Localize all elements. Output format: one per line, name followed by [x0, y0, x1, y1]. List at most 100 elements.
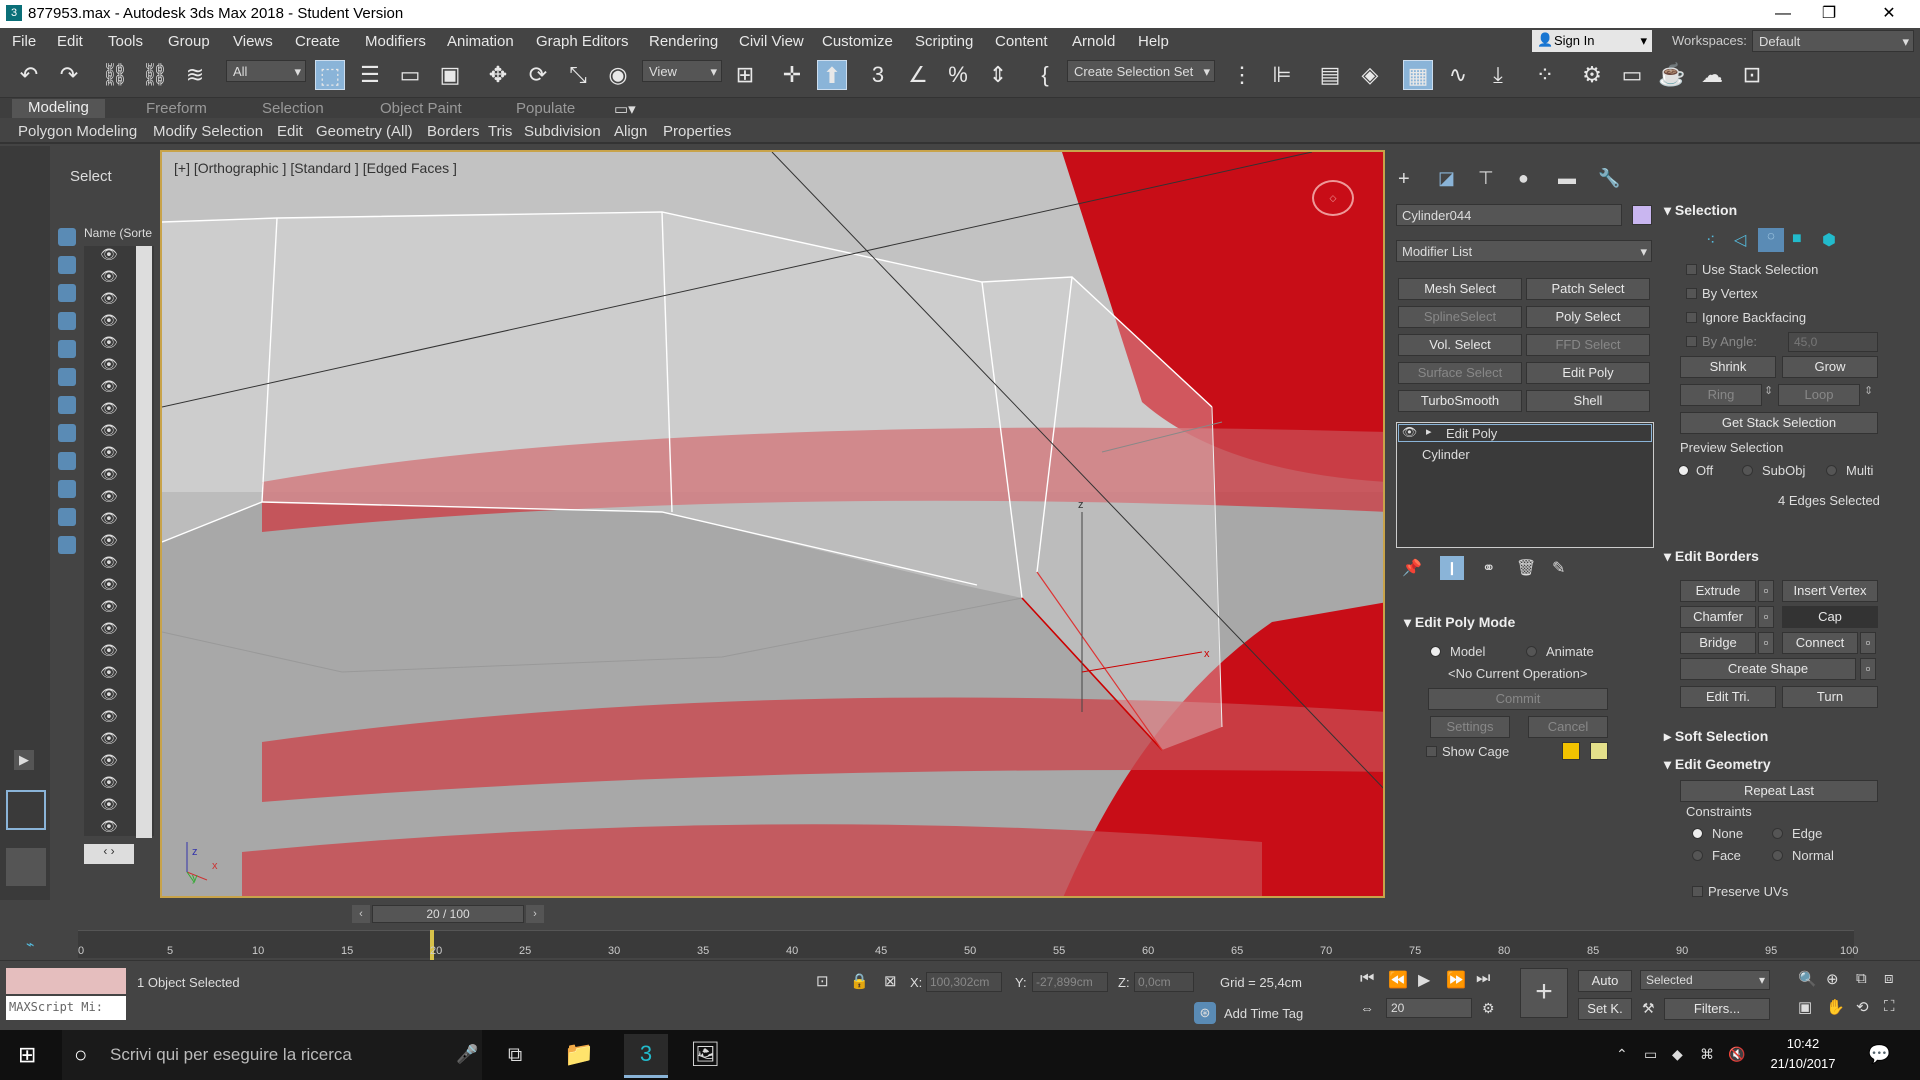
menu-animation[interactable]: Animation: [447, 33, 514, 50]
selection-filter-dropdown[interactable]: All ▾: [226, 60, 306, 82]
cancel-button[interactable]: Cancel: [1528, 716, 1608, 738]
time-tag-icon[interactable]: ⊛: [1194, 1002, 1216, 1024]
edit-geometry-header[interactable]: ▾ Edit Geometry: [1664, 756, 1771, 773]
panel-align[interactable]: Align: [614, 123, 647, 140]
visibility-eye-icon[interactable]: 👁: [100, 444, 118, 461]
edit-borders-header[interactable]: ▾ Edit Borders: [1664, 548, 1759, 565]
turn-button[interactable]: Turn: [1782, 686, 1878, 708]
visibility-eye-icon[interactable]: 👁: [100, 422, 118, 439]
network-icon[interactable]: ⌘: [1700, 1046, 1714, 1063]
task-view-icon[interactable]: ⧉: [508, 1044, 522, 1067]
extrude-settings-icon[interactable]: ▫: [1758, 580, 1774, 602]
patch-select-button[interactable]: Patch Select: [1526, 278, 1650, 300]
time-config-icon[interactable]: ⚙: [1482, 1000, 1495, 1017]
dropbox-icon[interactable]: ◆: [1672, 1046, 1683, 1063]
connect-settings-icon[interactable]: ▫: [1860, 632, 1876, 654]
chamfer-button[interactable]: Chamfer: [1680, 606, 1756, 628]
surface-select-button[interactable]: Surface Select: [1398, 362, 1522, 384]
ribbon-options-icon[interactable]: ▭▾: [614, 100, 636, 118]
ffd-select-button[interactable]: FFD Select: [1526, 334, 1650, 356]
create-tab-icon[interactable]: +: [1398, 168, 1410, 191]
snaps-toggle-icon[interactable]: 3: [863, 60, 893, 90]
add-time-tag[interactable]: Add Time Tag: [1224, 1006, 1303, 1021]
ribbon-tab-populate[interactable]: Populate: [516, 100, 575, 117]
clock-time[interactable]: 10:42: [1768, 1036, 1838, 1051]
settings-button[interactable]: Settings: [1430, 716, 1510, 738]
constraint-face-radio[interactable]: [1692, 850, 1703, 861]
preview-off-radio[interactable]: [1678, 465, 1689, 476]
repeat-last-button[interactable]: Repeat Last: [1680, 780, 1878, 802]
visibility-eye-icon[interactable]: 👁: [100, 576, 118, 593]
angle-field[interactable]: 45,0: [1788, 332, 1878, 352]
current-frame-field[interactable]: 20: [1386, 998, 1472, 1018]
preview-multi-radio[interactable]: [1826, 465, 1837, 476]
cap-button[interactable]: Cap: [1782, 606, 1878, 628]
by-vertex-checkbox[interactable]: [1686, 288, 1697, 299]
curve-editor-toggle-icon[interactable]: ⌁: [26, 936, 34, 953]
display-geometry-icon[interactable]: [58, 228, 76, 246]
menu-arnold[interactable]: Arnold: [1072, 33, 1115, 50]
panel-borders[interactable]: Borders: [427, 123, 480, 140]
display-groups-icon[interactable]: [58, 396, 76, 414]
maximize-viewport-icon[interactable]: ⛶: [1884, 998, 1895, 1015]
object-color-swatch[interactable]: [1632, 205, 1652, 225]
move-icon[interactable]: ✥: [483, 60, 513, 90]
zoom-all-icon[interactable]: ⊕: [1826, 970, 1839, 988]
create-shape-button[interactable]: Create Shape: [1680, 658, 1856, 680]
edit-poly-mode-header[interactable]: ▾ Edit Poly Mode: [1404, 614, 1515, 631]
visibility-eye-icon[interactable]: 👁: [100, 312, 118, 329]
visibility-eye-icon[interactable]: 👁: [100, 268, 118, 285]
display-frozen-icon[interactable]: [58, 508, 76, 526]
display-containers-icon[interactable]: [58, 480, 76, 498]
file-explorer-icon[interactable]: 📁: [564, 1040, 594, 1069]
ring-button[interactable]: Ring: [1680, 384, 1762, 406]
ribbon-tab-selection[interactable]: Selection: [262, 100, 324, 117]
visibility-eye-icon[interactable]: 👁: [100, 708, 118, 725]
curve-editor-icon[interactable]: ∿: [1443, 60, 1473, 90]
show-hidden-icons-icon[interactable]: ⌃: [1616, 1046, 1628, 1063]
menu-edit[interactable]: Edit: [57, 33, 83, 50]
by-angle-checkbox[interactable]: [1686, 336, 1697, 347]
menu-group[interactable]: Group: [168, 33, 210, 50]
place-icon[interactable]: ◉: [603, 60, 633, 90]
panel-geometry-all[interactable]: Geometry (All): [316, 123, 413, 140]
3ds-max-taskbar-icon[interactable]: 3: [624, 1034, 668, 1078]
edit-tri-button[interactable]: Edit Tri.: [1680, 686, 1776, 708]
ref-coord-dropdown[interactable]: View ▾: [642, 60, 722, 82]
modifier-list-dropdown[interactable]: Modifier List ▾: [1396, 240, 1652, 262]
visibility-eye-icon[interactable]: 👁: [100, 466, 118, 483]
menu-civil-view[interactable]: Civil View: [739, 33, 804, 50]
viewport[interactable]: x z [+] [Orthographic ] [Standard ] [Edg…: [160, 150, 1385, 898]
edit-poly-button[interactable]: Edit Poly: [1526, 362, 1650, 384]
menu-create[interactable]: Create: [295, 33, 340, 50]
set-key-button[interactable]: Set K.: [1578, 998, 1632, 1020]
ribbon-toggle-icon[interactable]: ▦: [1403, 60, 1433, 90]
visibility-eye-icon[interactable]: 👁: [100, 686, 118, 703]
selection-header[interactable]: ▾ Selection: [1664, 202, 1737, 219]
keyboard-shortcut-override-icon[interactable]: ⬆: [817, 60, 847, 90]
show-cage-checkbox[interactable]: [1426, 746, 1437, 757]
auto-key-button[interactable]: Auto: [1578, 970, 1632, 992]
play-icon[interactable]: ▶: [1418, 970, 1430, 990]
key-filters-icon[interactable]: ⚒: [1642, 1000, 1655, 1017]
scene-explorer-toggle-icon[interactable]: ▤: [1315, 60, 1345, 90]
set-key-icon[interactable]: +: [1520, 968, 1568, 1018]
stack-item-edit-poly[interactable]: [1398, 424, 1652, 442]
display-tab-icon[interactable]: ▬: [1558, 168, 1576, 189]
border-icon[interactable]: ◌: [1758, 228, 1784, 252]
windows-start-icon[interactable]: ⊞: [18, 1042, 36, 1068]
menu-graph-editors[interactable]: Graph Editors: [536, 33, 629, 50]
grow-button[interactable]: Grow: [1782, 356, 1878, 378]
show-end-result-icon[interactable]: ❙: [1440, 556, 1464, 580]
menu-rendering[interactable]: Rendering: [649, 33, 718, 50]
visibility-eye-icon[interactable]: 👁: [100, 730, 118, 747]
render-production-icon[interactable]: ☕: [1657, 60, 1687, 90]
key-mode-icon[interactable]: ⇔: [1360, 1000, 1374, 1016]
turbosmooth-button[interactable]: TurboSmooth: [1398, 390, 1522, 412]
display-hidden-icon[interactable]: [58, 536, 76, 554]
commit-button[interactable]: Commit: [1428, 688, 1608, 710]
element-icon[interactable]: ⬢: [1822, 230, 1836, 250]
minimize-button[interactable]: —: [1760, 0, 1806, 28]
panel-tris[interactable]: Tris: [488, 123, 512, 140]
window-crossing-icon[interactable]: ▣: [435, 60, 465, 90]
